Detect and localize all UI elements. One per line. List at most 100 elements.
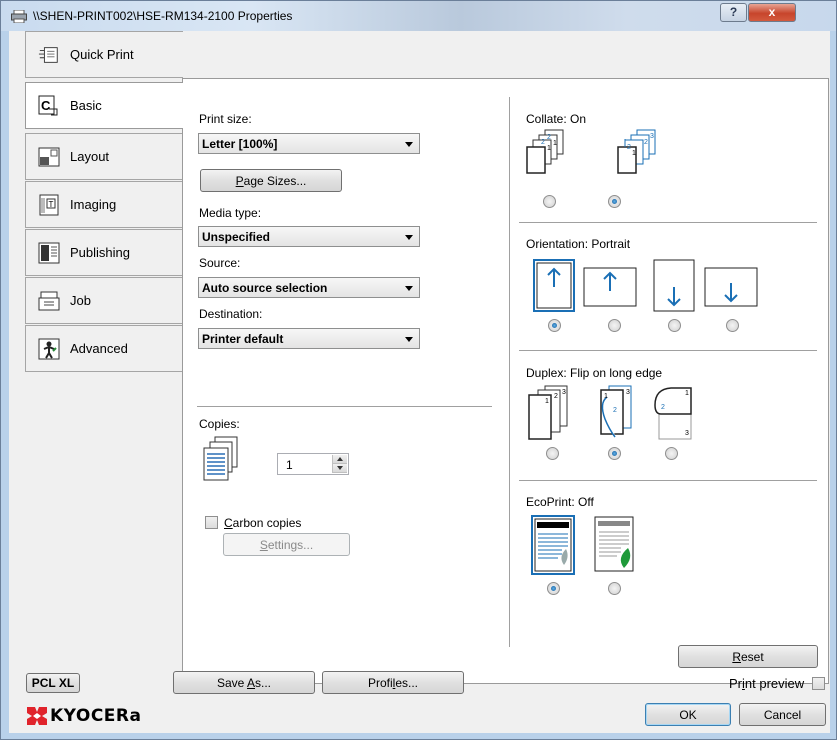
- save-as-button[interactable]: Save As...: [173, 671, 315, 694]
- svg-text:1: 1: [685, 390, 689, 397]
- close-button[interactable]: x: [748, 3, 796, 22]
- portrait-radio[interactable]: [548, 319, 561, 332]
- tab-imaging[interactable]: T Imaging: [25, 181, 183, 228]
- accel-key: C: [224, 516, 233, 530]
- duplex-short-edge-radio[interactable]: [665, 447, 678, 460]
- brand-text: KYOCERa: [50, 706, 142, 726]
- settings-button[interactable]: Settings...: [223, 533, 350, 556]
- svg-text:2: 2: [547, 134, 551, 141]
- tab-basic[interactable]: C Basic: [25, 82, 183, 129]
- svg-text:2: 2: [627, 144, 631, 151]
- print-size-label: Print size:: [199, 112, 252, 126]
- tab-layout[interactable]: Layout: [25, 133, 183, 180]
- ecoprint-off-radio[interactable]: [547, 582, 560, 595]
- accel-key: A: [247, 676, 256, 690]
- tab-job[interactable]: Job: [25, 277, 183, 324]
- collate-on-icon: 3 2 2 1: [617, 129, 656, 174]
- portrait-rotated-radio[interactable]: [668, 319, 681, 332]
- quick-print-icon: [38, 45, 60, 65]
- imaging-icon: T: [38, 194, 60, 215]
- cancel-label: Cancel: [763, 708, 802, 722]
- svg-text:1: 1: [553, 140, 557, 147]
- svg-text:3: 3: [562, 389, 566, 396]
- chevron-down-icon: [405, 142, 413, 147]
- tab-advanced[interactable]: Advanced: [25, 325, 183, 372]
- svg-text:T: T: [49, 200, 54, 209]
- label-post: s...: [255, 676, 272, 690]
- stepper-buttons: [332, 455, 347, 473]
- destination-select[interactable]: Printer default: [198, 328, 420, 349]
- kyocera-logo-icon: [27, 707, 47, 725]
- duplex-off-radio[interactable]: [546, 447, 559, 460]
- media-type-select[interactable]: Unspecified: [198, 226, 420, 247]
- tab-quick-print[interactable]: Quick Print: [25, 31, 183, 78]
- portrait-icon: [533, 259, 575, 312]
- brand-logo: KYOCERa: [27, 706, 141, 726]
- svg-text:1: 1: [632, 150, 636, 157]
- divider: [519, 222, 817, 223]
- button-label: ettings...: [267, 538, 314, 552]
- cancel-button[interactable]: Cancel: [739, 703, 826, 726]
- pdl-label: PCL XL: [31, 676, 75, 690]
- printer-icon: [11, 10, 27, 23]
- duplex-off-icon: 3 2 1: [528, 385, 568, 440]
- landscape-rotated-radio[interactable]: [726, 319, 739, 332]
- svg-text:1: 1: [547, 145, 551, 152]
- print-preview-checkbox[interactable]: [812, 677, 825, 690]
- pdl-button[interactable]: PCL XL: [26, 673, 80, 693]
- chevron-down-icon: [405, 286, 413, 291]
- button-label: eset: [740, 650, 764, 664]
- chevron-down-icon: [405, 337, 413, 342]
- stepper-down-button[interactable]: [333, 464, 347, 473]
- source-select[interactable]: Auto source selection: [198, 277, 420, 298]
- page-sizes-button[interactable]: Page Sizes...: [200, 169, 342, 192]
- label-post: es...: [395, 676, 419, 690]
- collate-off-radio[interactable]: [543, 195, 556, 208]
- tab-publishing[interactable]: Publishing: [25, 229, 183, 276]
- svg-text:2: 2: [541, 139, 545, 146]
- media-type-value: Unspecified: [202, 230, 271, 244]
- label-post: nt preview: [744, 676, 805, 691]
- tab-label: Imaging: [70, 197, 117, 212]
- collate-off-icon: 2 2 1 1: [526, 129, 564, 174]
- print-preview-label: Print preview: [729, 676, 804, 691]
- accel-key: P: [235, 174, 244, 188]
- svg-text:3: 3: [650, 133, 654, 140]
- window-title: \\SHEN-PRINT002\HSE-RM134-2100 Propertie…: [33, 9, 293, 23]
- label-pre: Profi: [367, 676, 393, 690]
- svg-text:2: 2: [661, 404, 665, 411]
- duplex-long-edge-radio[interactable]: [608, 447, 621, 460]
- landscape-icon: [583, 267, 637, 307]
- duplex-long-edge-icon: 3 1 2: [600, 385, 632, 438]
- tab-label: Advanced: [70, 341, 128, 356]
- copies-value: 1: [286, 458, 293, 472]
- chevron-down-icon: [405, 235, 413, 240]
- stepper-up-button[interactable]: [333, 455, 347, 464]
- landscape-radio[interactable]: [608, 319, 621, 332]
- carbon-copies-checkbox[interactable]: [205, 516, 218, 529]
- ok-label: OK: [679, 708, 697, 722]
- divider: [519, 350, 817, 351]
- copies-stepper[interactable]: 1: [277, 453, 349, 475]
- accel-key: R: [732, 650, 741, 664]
- orientation-label: Orientation: Portrait: [526, 237, 631, 251]
- print-size-select[interactable]: Letter [100%]: [198, 133, 420, 154]
- source-value: Auto source selection: [202, 281, 328, 295]
- title-bar: \\SHEN-PRINT002\HSE-RM134-2100 Propertie…: [1, 1, 836, 31]
- svg-text:3: 3: [685, 430, 689, 437]
- help-button[interactable]: ?: [720, 3, 747, 22]
- properties-window: \\SHEN-PRINT002\HSE-RM134-2100 Propertie…: [0, 0, 837, 740]
- layout-icon: [38, 147, 60, 167]
- collate-on-radio[interactable]: [608, 195, 621, 208]
- tab-label: Basic: [70, 98, 102, 113]
- media-type-label: Media type:: [199, 206, 262, 220]
- ecoprint-on-radio[interactable]: [608, 582, 621, 595]
- svg-text:3: 3: [626, 389, 630, 396]
- button-label: age Sizes...: [243, 174, 307, 188]
- profiles-button[interactable]: Profiles...: [322, 671, 464, 694]
- svg-text:2: 2: [613, 407, 617, 414]
- duplex-label: Duplex: Flip on long edge: [526, 366, 663, 380]
- ok-button[interactable]: OK: [645, 703, 731, 726]
- tab-label: Job: [70, 293, 91, 308]
- reset-button[interactable]: Reset: [678, 645, 818, 668]
